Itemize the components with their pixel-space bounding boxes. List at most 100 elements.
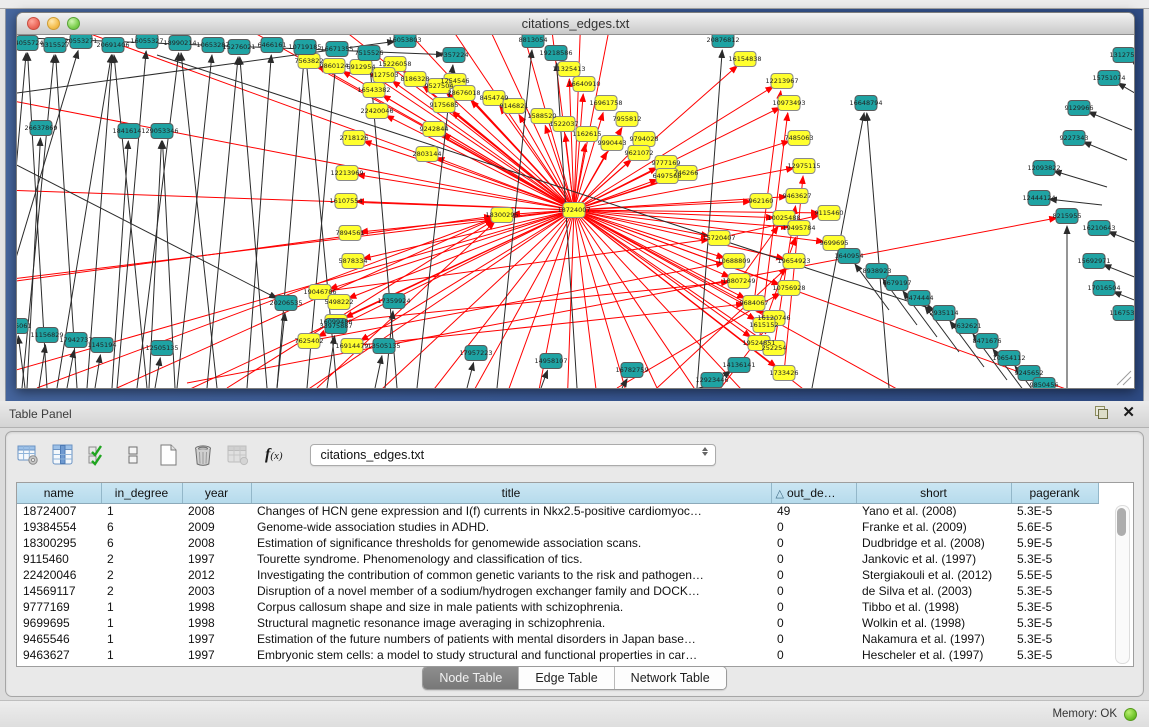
network-view-window: citations_edges.txt 18724007183002957563… (16, 12, 1135, 389)
graph-node-label: 9115460 (815, 209, 844, 217)
citation-edge (247, 55, 271, 388)
table-row[interactable]: 2242004622012Investigating the contribut… (17, 567, 1098, 583)
graph-node-label: 18724007 (557, 206, 590, 214)
table-row[interactable]: 946362711997Embryonic stem cells: a mode… (17, 647, 1098, 663)
cell-in_degree: 1 (101, 631, 182, 647)
table-panel-title: Table Panel (9, 407, 72, 421)
cell-title: Investigating the contribution of common… (251, 567, 771, 583)
table-row[interactable]: 911546021997Tourette syndrome. Phenomeno… (17, 551, 1098, 567)
network-window-titlebar[interactable]: citations_edges.txt (17, 13, 1134, 35)
graph-node-label: 10025488 (767, 214, 800, 222)
citation-edge (784, 176, 803, 373)
graph-node-label: 12213969 (330, 169, 363, 177)
table-row[interactable]: 969969511998Structural magnetic resonanc… (17, 615, 1098, 631)
graph-node-label: 2718126 (340, 134, 369, 142)
graph-node-label: 9850456 (1030, 381, 1059, 388)
graph-node-label: 5498222 (325, 298, 354, 306)
network-selector[interactable]: citations_edges.txt (310, 444, 716, 466)
graph-node-label: 17957223 (459, 349, 492, 357)
graph-node-label: 1588520 (528, 112, 557, 120)
table-row[interactable]: 977716911998Corpus callosum shape and si… (17, 599, 1098, 615)
citation-edge (309, 263, 724, 341)
cell-name: 9463627 (17, 647, 101, 663)
graph-node-label: 962160 (749, 197, 774, 205)
citation-edge (697, 50, 722, 388)
citation-edge (177, 55, 212, 388)
graph-node-label: 12444124 (1022, 194, 1055, 202)
close-panel-icon[interactable]: ✕ (1122, 405, 1135, 420)
hub-ray-edge (17, 210, 574, 286)
citation-edge (327, 336, 335, 388)
cell-title: Estimation of the future numbers of pati… (251, 631, 771, 647)
table-panel-body: f(x) citations_edges.txt namein_degreeye… (5, 431, 1144, 697)
cell-out_de: 0 (771, 631, 856, 647)
citation-edge (1054, 171, 1107, 187)
citation-edge (39, 345, 46, 388)
tab-network-table[interactable]: Network Table (614, 667, 726, 689)
cell-short: de Silva et al. (2003) (856, 583, 1011, 599)
memory-status-indicator[interactable] (1124, 708, 1137, 721)
table-row[interactable]: 1456911722003Disruption of a novel membe… (17, 583, 1098, 599)
table-row[interactable]: 1938455462009Genome-wide association stu… (17, 519, 1098, 535)
graph-node-label: 7894561 (336, 229, 365, 237)
import-table-icon[interactable] (226, 443, 250, 467)
scrollbar-thumb[interactable] (1117, 508, 1126, 536)
network-canvas[interactable]: 1872400718300295756382298601245912954152… (17, 35, 1134, 388)
cell-short: Franke et al. (2009) (856, 519, 1011, 535)
delete-table-icon[interactable] (191, 443, 215, 467)
citation-edge (95, 355, 100, 388)
column-header-in_degree[interactable]: in_degree (101, 483, 182, 503)
table-toolbar: f(x) citations_edges.txt (16, 439, 716, 471)
citation-edge (227, 220, 494, 388)
citation-edge (1083, 142, 1127, 160)
cell-short: Yano et al. (2008) (856, 503, 1011, 519)
cell-year: 1998 (182, 615, 251, 631)
graph-node-label: 252254 (762, 344, 787, 352)
column-header-out_de[interactable]: △out_de… (771, 483, 856, 503)
cell-short: Dudbridge et al. (2008) (856, 535, 1011, 551)
graph-node-label: 15720407 (702, 234, 735, 242)
citation-edge (1108, 232, 1134, 245)
cell-year: 1997 (182, 551, 251, 567)
merge-cells-icon[interactable] (121, 443, 145, 467)
cell-title: Estimation of significance thresholds fo… (251, 535, 771, 551)
graph-node-label: 9127503 (370, 71, 399, 79)
graph-node-label: 20691406 (96, 41, 129, 49)
column-header-title[interactable]: title (251, 483, 771, 503)
graph-node-label: 20206535 (269, 299, 302, 307)
citation-edge (1113, 292, 1134, 305)
graph-node-label: 1615152 (750, 321, 779, 329)
column-header-short[interactable]: short (856, 483, 1011, 503)
cell-title: Genome-wide association studies in ADHD. (251, 519, 771, 535)
function-builder-icon[interactable]: f(x) (265, 446, 283, 464)
graph-node-label: 16154838 (728, 55, 761, 63)
graph-node-label: 18807249 (722, 277, 755, 285)
cell-title: Changes of HCN gene expression and I(f) … (251, 503, 771, 519)
column-header-pagerank[interactable]: pagerank (1011, 483, 1098, 503)
graph-node-label: 16055327 (130, 37, 163, 45)
table-settings-icon[interactable] (16, 443, 40, 467)
graph-node-label: 5912954 (347, 63, 376, 71)
cell-short: Jankovic et al. (1997) (856, 551, 1011, 567)
tab-edge-table[interactable]: Edge Table (518, 667, 613, 689)
select-columns-icon[interactable] (51, 443, 75, 467)
column-header-name[interactable]: name (17, 483, 101, 503)
new-table-icon[interactable] (156, 443, 180, 467)
cell-name: 22420046 (17, 567, 101, 583)
table-row[interactable]: 1872400712008Changes of HCN gene express… (17, 503, 1098, 519)
table-vertical-scrollbar[interactable] (1115, 505, 1130, 664)
float-panel-icon[interactable] (1095, 406, 1108, 419)
table-panel-titlebar[interactable]: Table Panel ✕ (0, 401, 1149, 428)
row-selection-icon[interactable] (86, 443, 110, 467)
graph-node-label: 9684067 (740, 299, 769, 307)
table-row[interactable]: 1830029562008Estimation of significance … (17, 535, 1098, 551)
tab-node-table[interactable]: Node Table (423, 667, 518, 689)
graph-node-label: 11325413 (552, 65, 585, 73)
cell-out_de: 0 (771, 535, 856, 551)
graph-node-label: 28676018 (447, 89, 480, 97)
cell-in_degree: 2 (101, 583, 182, 599)
table-row[interactable]: 946554611997Estimation of the future num… (17, 631, 1098, 647)
graph-node-label: 18990214 (163, 39, 196, 47)
column-header-year[interactable]: year (182, 483, 251, 503)
graph-node-label: 9245652 (1015, 369, 1044, 377)
